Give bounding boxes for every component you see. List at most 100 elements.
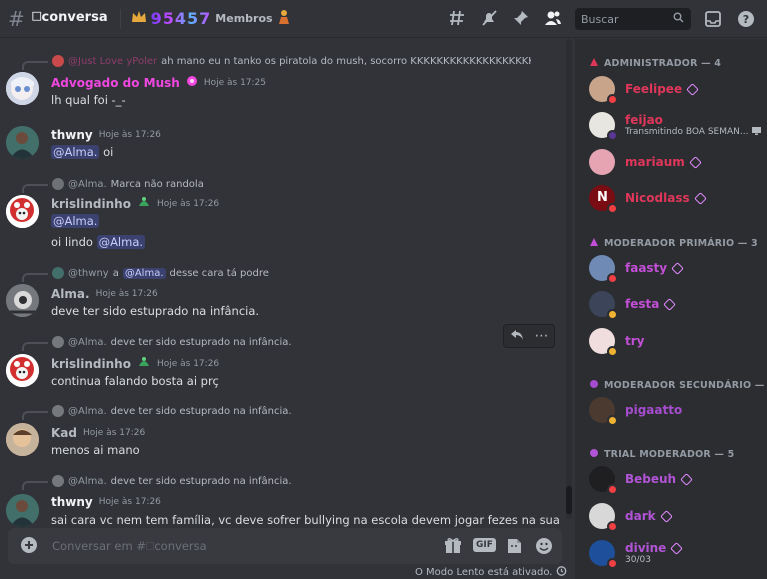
message-actions: ⋯ bbox=[503, 324, 555, 348]
member-item[interactable]: festa bbox=[589, 289, 765, 320]
member-name: festa bbox=[625, 297, 660, 311]
avatar[interactable] bbox=[6, 494, 39, 527]
search-input[interactable] bbox=[581, 12, 673, 26]
member-name: pigaatto bbox=[625, 403, 683, 417]
reply-preview[interactable]: @Alma. Marca não randola bbox=[52, 178, 204, 190]
pin-icon[interactable] bbox=[511, 8, 531, 28]
message-text-part: oi bbox=[103, 145, 114, 159]
member-item[interactable]: pigaatto bbox=[589, 395, 765, 426]
role-header-label: MODERADOR PRIMÁRIO — 3 bbox=[604, 238, 758, 249]
username[interactable]: thwny bbox=[51, 495, 93, 509]
member-item[interactable]: divine 30/03 bbox=[589, 538, 765, 569]
boost-gem-icon bbox=[680, 472, 693, 486]
role-header: ADMINISTRADOR — 4 bbox=[589, 57, 721, 70]
avatar[interactable] bbox=[6, 126, 39, 159]
avatar[interactable] bbox=[6, 72, 39, 105]
username[interactable]: krislindinho bbox=[51, 357, 131, 371]
message-header: Alma. Hoje às 17:26 bbox=[51, 287, 158, 301]
help-icon[interactable]: ? bbox=[736, 9, 756, 29]
username[interactable]: krislindinho bbox=[51, 197, 131, 211]
message-list[interactable]: @Just Love yPoler ah mano eu n tanko os … bbox=[0, 39, 567, 529]
gift-icon[interactable] bbox=[444, 537, 462, 558]
add-attachment-icon[interactable] bbox=[20, 536, 38, 557]
channel-header: # 🗆conversa 95457 Membros Buscar ? bbox=[0, 0, 767, 38]
reply-author: @Just Love yPoler bbox=[68, 55, 158, 67]
member-list[interactable]: ADMINISTRADOR — 4 Feelipee feijao Transm… bbox=[575, 39, 767, 579]
member-item[interactable]: try bbox=[589, 326, 765, 357]
member-activity: Transmitindo BOA SEMAN... bbox=[625, 127, 749, 137]
message-input[interactable] bbox=[52, 539, 432, 553]
message-header: krislindinho Hoje às 17:26 bbox=[51, 196, 219, 211]
user-mention[interactable]: @Alma. bbox=[96, 235, 146, 249]
message-header: thwny Hoje às 17:26 bbox=[51, 128, 161, 142]
avatar bbox=[52, 55, 64, 67]
reply-icon[interactable] bbox=[510, 329, 524, 344]
avatar[interactable] bbox=[6, 195, 39, 228]
message-header: Kad Hoje às 17:26 bbox=[51, 426, 145, 440]
stream-icon bbox=[752, 126, 762, 138]
member-list-icon[interactable] bbox=[543, 8, 563, 28]
boost-gem-icon bbox=[659, 509, 673, 523]
avatar[interactable] bbox=[6, 354, 39, 387]
reply-text: deve ter sido estuprado na infância. bbox=[110, 475, 292, 487]
scrollbar-track[interactable] bbox=[566, 39, 572, 519]
inbox-icon[interactable] bbox=[703, 9, 723, 29]
member-name: dark bbox=[625, 509, 656, 523]
idle-status-icon bbox=[607, 309, 618, 320]
message-text: lh qual foi -_- bbox=[51, 93, 126, 107]
message-text: continua falando bosta ai prç bbox=[51, 374, 219, 388]
dnd-status-icon bbox=[607, 203, 618, 214]
gif-button[interactable]: GIF bbox=[473, 538, 496, 552]
member-name: Bebeuh bbox=[625, 472, 677, 486]
dnd-status-icon bbox=[607, 521, 618, 532]
avatar[interactable] bbox=[6, 423, 39, 456]
reply-preview[interactable]: @thwny a @Alma. desse cara tá podre bbox=[52, 267, 269, 279]
member-item[interactable]: faasty bbox=[589, 253, 765, 284]
boost-gem-icon bbox=[671, 261, 684, 275]
member-name: mariaum bbox=[625, 155, 685, 169]
hashtag-icon: # bbox=[8, 6, 25, 31]
sticker-icon[interactable] bbox=[505, 537, 523, 558]
avatar[interactable] bbox=[6, 284, 39, 317]
timestamp: Hoje às 17:26 bbox=[156, 198, 220, 209]
member-item[interactable]: mariaum bbox=[589, 147, 765, 177]
member-name: Feelipee bbox=[625, 82, 683, 96]
username[interactable]: Kad bbox=[51, 426, 77, 440]
member-item[interactable]: N Nicodlass bbox=[589, 183, 765, 214]
more-options-icon[interactable]: ⋯ bbox=[535, 329, 549, 343]
reply-preview[interactable]: @Just Love yPoler ah mano eu n tanko os … bbox=[52, 55, 531, 67]
reply-preview[interactable]: @Alma. deve ter sido estuprado na infânc… bbox=[52, 405, 292, 417]
boost-gem-icon bbox=[670, 541, 684, 555]
message-composer[interactable]: GIF bbox=[8, 528, 562, 564]
reply-preview[interactable]: @Alma. deve ter sido estuprado na infânc… bbox=[52, 336, 292, 348]
username[interactable]: Advogado do Mush bbox=[51, 76, 180, 90]
emoji-icon[interactable] bbox=[535, 537, 553, 558]
reply-preview[interactable]: @Alma. deve ter sido estuprado na infânc… bbox=[52, 475, 292, 487]
slowmode-text: O Modo Lento está ativado. bbox=[415, 566, 553, 578]
username[interactable]: Alma. bbox=[51, 287, 90, 301]
member-name: try bbox=[625, 334, 645, 348]
member-name: feijao bbox=[625, 112, 663, 127]
scrollbar-thumb[interactable] bbox=[566, 486, 572, 514]
search-box[interactable] bbox=[575, 8, 691, 30]
reply-author: @Alma. bbox=[68, 405, 107, 417]
streaming-status-icon bbox=[607, 130, 618, 141]
dnd-status-icon bbox=[607, 558, 618, 569]
username[interactable]: thwny bbox=[51, 128, 93, 142]
user-mention[interactable]: @Alma. bbox=[51, 145, 100, 159]
message-text-part: oi lindo bbox=[51, 235, 93, 249]
member-item[interactable]: feijao Transmitindo BOA SEMAN... bbox=[589, 110, 765, 141]
member-item[interactable]: dark bbox=[589, 501, 765, 532]
boost-gem-icon bbox=[688, 155, 702, 169]
member-item[interactable]: Feelipee bbox=[589, 74, 765, 105]
timestamp: Hoje às 17:26 bbox=[83, 428, 146, 438]
boost-gem-icon bbox=[663, 297, 677, 311]
role-header: MODERADOR PRIMÁRIO — 3 bbox=[589, 237, 758, 250]
threads-icon[interactable] bbox=[447, 8, 467, 28]
avatar bbox=[52, 336, 64, 348]
member-item[interactable]: Bebeuh bbox=[589, 464, 765, 495]
reply-connector bbox=[22, 61, 48, 70]
user-mention[interactable]: @Alma. bbox=[51, 214, 100, 228]
avatar bbox=[52, 267, 64, 279]
mute-bell-icon[interactable] bbox=[479, 8, 499, 28]
